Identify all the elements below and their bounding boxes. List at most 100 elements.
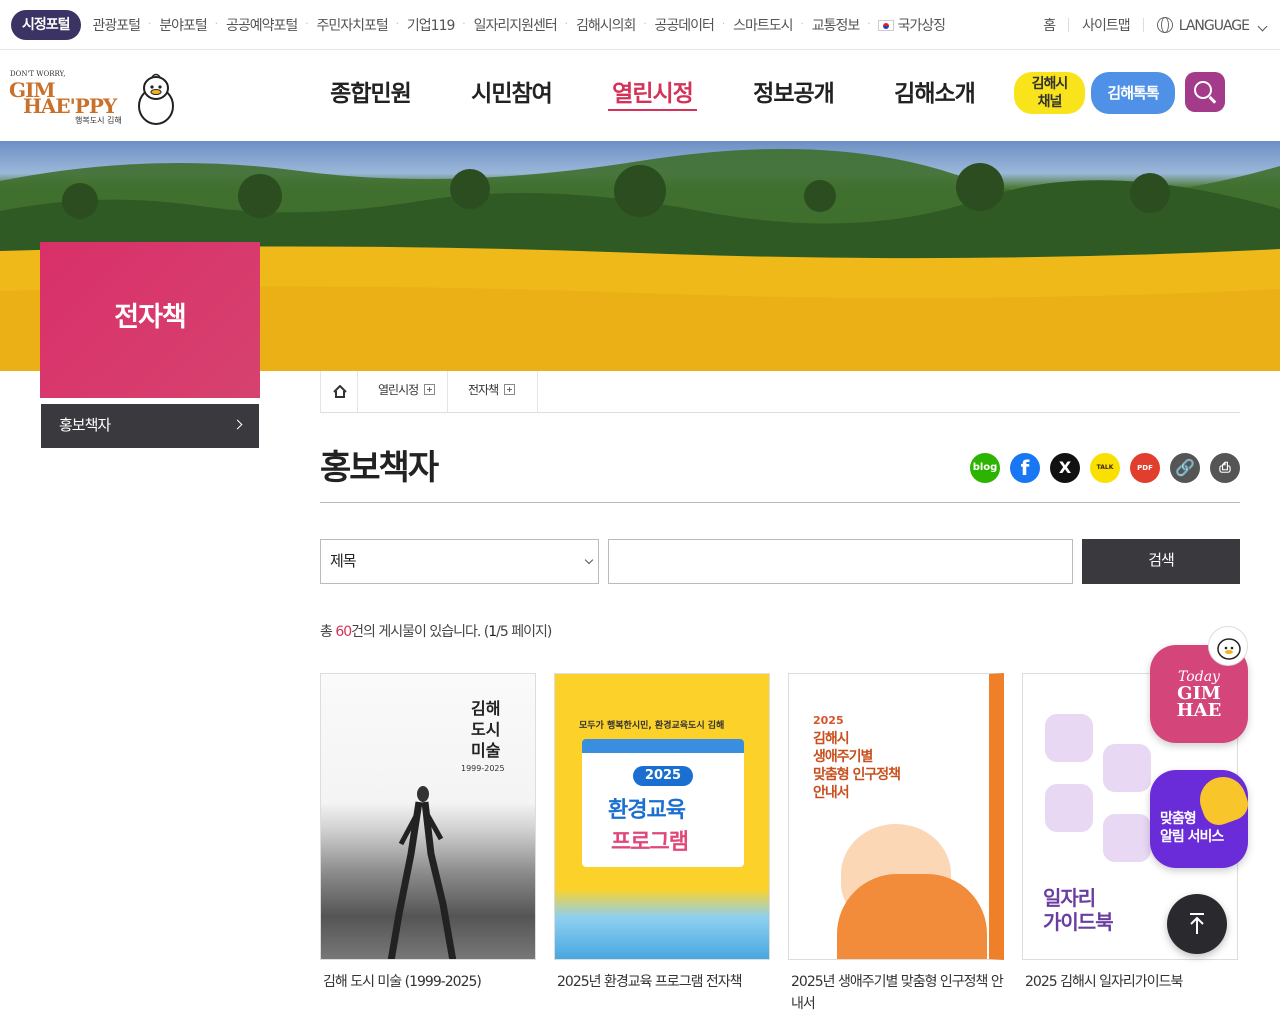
portal-link-resident[interactable]: 주민자치포털 xyxy=(316,15,388,35)
search-button[interactable] xyxy=(1185,72,1225,112)
utility-links: 홈 사이트맵 LANGUAGE xyxy=(1043,0,1268,50)
count-prefix: 총 xyxy=(320,624,336,640)
language-dropdown[interactable]: LANGUAGE xyxy=(1156,16,1268,34)
home-icon xyxy=(333,385,347,398)
expand-icon xyxy=(504,384,515,395)
portal-link-council[interactable]: 김해시의회 xyxy=(576,15,636,35)
count-total: 60 xyxy=(335,624,352,640)
cover-title-line2: 프로그램 xyxy=(611,830,689,855)
nav-open-administration[interactable]: 열린시정 xyxy=(582,51,723,141)
portal-link-business[interactable]: 기업119 xyxy=(407,15,455,35)
breadcrumb-label: 열린시정 xyxy=(378,383,419,397)
separator-dot: · xyxy=(867,19,871,30)
book-cover-image[interactable]: 2025 김해시 생애주기별 맞춤형 인구정책 안내서 xyxy=(788,673,1004,960)
nav-participation[interactable]: 시민참여 xyxy=(441,51,582,141)
book-cover-image[interactable]: 모두가 행복한시민, 환경교육도시 김해 2025 환경교육 프로그램 xyxy=(554,673,770,960)
print-icon[interactable]: ⎙ xyxy=(1210,453,1240,483)
cover-title-line1: 환경교육 xyxy=(608,798,686,823)
expand-icon xyxy=(424,384,435,395)
breadcrumb-open-administration[interactable]: 열린시정 xyxy=(358,371,448,412)
blog-share-icon[interactable]: blog xyxy=(970,453,1000,483)
language-label: LANGUAGE xyxy=(1178,17,1250,34)
share-buttons: blog f X TALK PDF 🔗 ⎙ xyxy=(970,453,1240,483)
separator-dot: · xyxy=(721,19,726,30)
sitemap-link[interactable]: 사이트맵 xyxy=(1082,15,1131,35)
arrow-up-icon xyxy=(1190,913,1204,934)
cover-title: 김해 도시 미술 xyxy=(471,699,501,760)
portal-link-tour[interactable]: 관광포털 xyxy=(93,15,142,35)
today-brand-line2: HAE xyxy=(1176,700,1222,721)
top-utility-bar: 시정포털 관광포털 · 분야포털 · 공공예약포털 · 주민자치포털 · 기업1… xyxy=(0,0,1280,50)
cover-title: 일자리 가이드북 xyxy=(1043,886,1114,934)
duck-mascot-icon xyxy=(138,73,174,125)
sidebar-item-label: 홍보책자 xyxy=(59,416,111,434)
book-card[interactable]: 김해 도시 미술 1999-2025 김해 도시 미술 (1999-2025) xyxy=(320,673,536,993)
scroll-to-top-button[interactable] xyxy=(1167,894,1227,954)
portal-link-reservation[interactable]: 공공예약포털 xyxy=(226,15,298,35)
search-field-select[interactable]: 제목 xyxy=(320,539,599,584)
breadcrumb: 열린시정 전자책 xyxy=(320,371,1240,413)
channel-label-line1: 김해시 xyxy=(1031,76,1069,92)
family-illustration xyxy=(837,874,987,959)
nav-civil-service[interactable]: 종합민원 xyxy=(300,51,441,141)
copy-link-icon[interactable]: 🔗 xyxy=(1170,453,1200,483)
statue-illustration xyxy=(387,786,457,959)
portal-link-jobs[interactable]: 일자리지원센터 xyxy=(474,15,558,35)
book-card[interactable]: 모두가 행복한시민, 환경교육도시 김해 2025 환경교육 프로그램 2025… xyxy=(554,673,770,993)
gimhae-talk-button[interactable]: 김해톡톡 xyxy=(1091,72,1175,114)
portrait-tile xyxy=(1045,784,1093,832)
portal-link-traffic[interactable]: 교통정보 xyxy=(812,15,861,35)
x-share-icon[interactable]: X xyxy=(1050,453,1080,483)
cover-tagline: 모두가 행복한시민, 환경교육도시 김해 xyxy=(579,721,725,731)
separator-dot: · xyxy=(643,19,647,30)
breadcrumb-ebook[interactable]: 전자책 xyxy=(448,371,538,412)
sidebar-title: 전자책 xyxy=(40,242,260,398)
national-symbol-label: 국가상징 xyxy=(897,17,946,34)
sidebar-item-promotional-booklet[interactable]: 홍보책자 xyxy=(41,404,259,448)
book-title[interactable]: 2025년 환경교육 프로그램 전자책 xyxy=(554,971,770,993)
pdf-download-icon[interactable]: PDF xyxy=(1130,453,1160,483)
site-logo[interactable]: DON'T WORRY, GIM HAE'PPY 행복도시 김해 xyxy=(9,69,179,129)
home-link[interactable]: 홈 xyxy=(1043,15,1056,35)
search-field-selected: 제목 xyxy=(330,552,357,570)
duck-mascot-icon xyxy=(1208,626,1248,666)
nav-about-gimhae[interactable]: 김해소개 xyxy=(864,51,1005,141)
portal-tab-active[interactable]: 시정포털 xyxy=(11,9,81,40)
title-divider xyxy=(320,502,1240,503)
search-submit-button[interactable]: 검색 xyxy=(1082,539,1240,584)
result-count: 총 60건의 게시물이 있습니다. (1/5 페이지) xyxy=(320,621,552,641)
separator-dot: · xyxy=(214,19,218,30)
search-input[interactable] xyxy=(608,539,1073,584)
count-suffix: /5 페이지) xyxy=(496,624,552,640)
chevron-down-icon xyxy=(584,555,594,565)
korea-flag-icon xyxy=(878,19,895,31)
portal-link-public-data[interactable]: 공공데이터 xyxy=(655,15,715,35)
page-title: 홍보책자 xyxy=(320,448,439,488)
nav-information-disclosure[interactable]: 정보공개 xyxy=(723,51,864,141)
logo-slogan: DON'T WORRY, xyxy=(10,70,66,78)
search-icon xyxy=(1194,81,1212,99)
book-title[interactable]: 2025년 생애주기별 맞춤형 인구정책 안내서 xyxy=(788,971,1004,1015)
book-title[interactable]: 2025 김해시 일자리가이드북 xyxy=(1022,971,1238,993)
alarm-line2: 알림 서비스 xyxy=(1160,829,1224,845)
breadcrumb-home[interactable] xyxy=(320,371,358,412)
book-cover-image[interactable]: 김해 도시 미술 1999-2025 xyxy=(320,673,536,960)
book-title[interactable]: 김해 도시 미술 (1999-2025) xyxy=(320,971,536,993)
portal-list: 관광포털 · 분야포털 · 공공예약포털 · 주민자치포털 · 기업119 · … xyxy=(93,15,946,35)
portrait-tile xyxy=(1103,744,1151,792)
portal-link-national-symbol[interactable]: 국가상징 xyxy=(878,15,946,35)
book-card[interactable]: 2025 김해시 생애주기별 맞춤형 인구정책 안내서 2025년 생애주기별 … xyxy=(788,673,1004,1015)
channel-label-line2: 채널 xyxy=(1037,94,1063,110)
divider xyxy=(1068,18,1070,32)
portrait-tile xyxy=(1045,714,1093,762)
separator-dot: · xyxy=(800,19,804,30)
portal-link-field[interactable]: 분야포털 xyxy=(159,15,208,35)
cover-year: 2025 xyxy=(813,714,844,727)
separator-dot: · xyxy=(148,19,152,30)
gimhae-channel-button[interactable]: 김해시 채널 xyxy=(1014,72,1085,114)
city-illustration xyxy=(555,889,769,959)
facebook-share-icon[interactable]: f xyxy=(1010,453,1040,483)
separator-dot: · xyxy=(305,19,309,30)
portal-link-smart-city[interactable]: 스마트도시 xyxy=(733,15,793,35)
kakaotalk-share-icon[interactable]: TALK xyxy=(1090,453,1120,483)
